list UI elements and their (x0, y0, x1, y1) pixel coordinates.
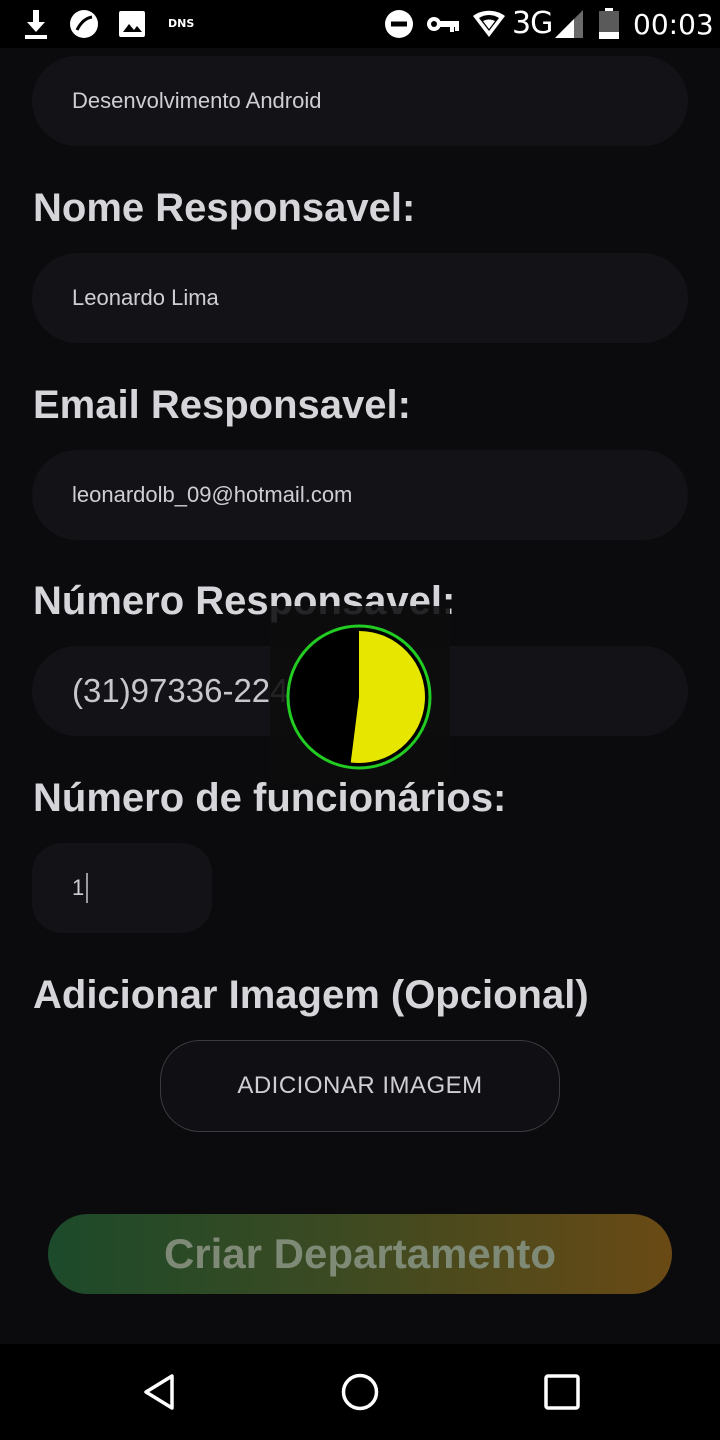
text-cursor (86, 873, 89, 903)
cricket-icon (68, 8, 100, 40)
department-name-field[interactable]: Desenvolvimento Android (32, 56, 688, 146)
adicionar-imagem-label: Adicionar Imagem (Opcional) (33, 973, 589, 1017)
wifi-icon (472, 8, 506, 40)
signal-icon (554, 8, 584, 40)
add-image-button[interactable]: ADICIONAR IMAGEM (160, 1040, 560, 1132)
home-icon[interactable] (340, 1372, 380, 1412)
network-type: 3G (512, 6, 553, 41)
department-name-value: Desenvolvimento Android (72, 88, 322, 113)
clock: 00:03 (633, 8, 714, 41)
nome-responsavel-value: Leonardo Lima (72, 285, 219, 310)
recents-icon[interactable] (542, 1372, 582, 1412)
loading-spinner-icon (286, 624, 432, 770)
battery-icon (598, 8, 620, 40)
nome-responsavel-label: Nome Responsavel: (33, 186, 416, 230)
status-bar: DNS 3G 00:03 (0, 0, 720, 48)
nome-responsavel-field[interactable]: Leonardo Lima (32, 253, 688, 343)
create-department-button[interactable]: Criar Departamento (48, 1214, 672, 1294)
back-icon[interactable] (140, 1372, 180, 1412)
numero-funcionarios-field[interactable]: 1 (32, 843, 212, 933)
email-responsavel-value: leonardolb_09@hotmail.com (72, 482, 353, 507)
dns-icon: DNS (168, 17, 195, 30)
image-icon (118, 8, 146, 40)
vpn-key-icon (426, 8, 460, 40)
email-responsavel-label: Email Responsavel: (33, 383, 411, 427)
numero-funcionarios-value: 1 (72, 875, 85, 900)
do-not-disturb-icon (384, 8, 414, 40)
navigation-bar (0, 1344, 720, 1440)
email-responsavel-field[interactable]: leonardolb_09@hotmail.com (32, 450, 688, 540)
numero-funcionarios-label: Número de funcionários: (33, 776, 507, 820)
download-icon (22, 8, 50, 40)
